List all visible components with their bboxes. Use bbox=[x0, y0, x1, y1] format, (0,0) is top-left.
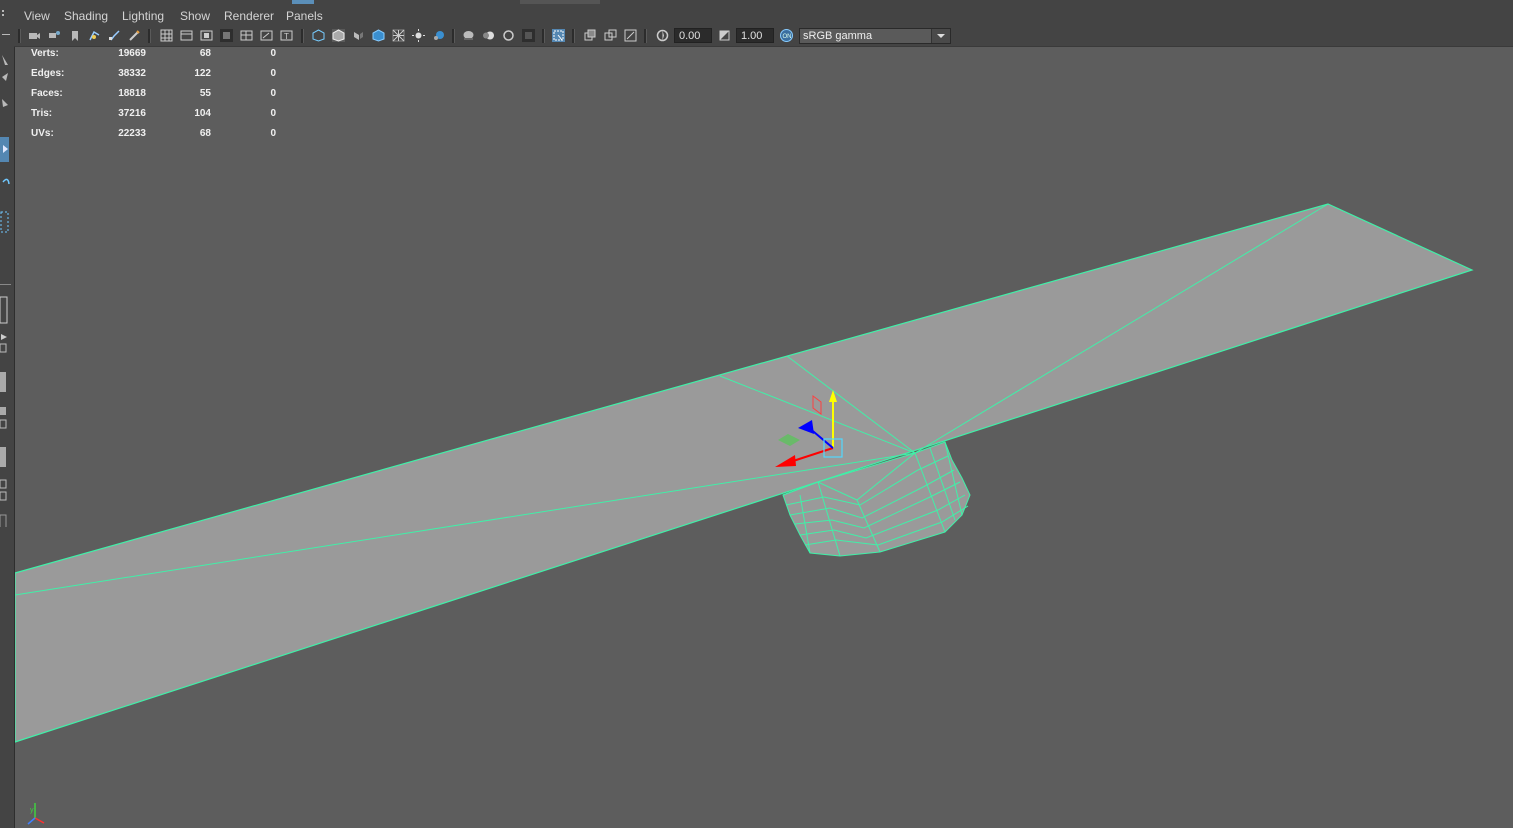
ambient-occlusion-icon[interactable] bbox=[462, 29, 475, 42]
viewport-canvas[interactable]: y bbox=[0, 0, 1513, 828]
field-chart-icon[interactable] bbox=[240, 29, 253, 42]
hud-selected: 55 bbox=[199, 88, 211, 99]
hud-total: 18818 bbox=[118, 88, 146, 99]
menu-show[interactable]: Show bbox=[180, 9, 210, 23]
hud-label: Tris: bbox=[31, 108, 53, 119]
hud-label: Faces: bbox=[31, 88, 63, 99]
hud-uv: 0 bbox=[270, 88, 276, 99]
view-axis-indicator-icon: y bbox=[27, 803, 45, 825]
backface-icon[interactable] bbox=[624, 29, 637, 42]
svg-text:ON: ON bbox=[783, 34, 792, 40]
safe-action-icon[interactable] bbox=[260, 29, 273, 42]
hud-uv: 0 bbox=[270, 68, 276, 79]
hud-total: 19669 bbox=[118, 48, 146, 59]
svg-text:T: T bbox=[284, 32, 289, 41]
anti-alias-icon[interactable] bbox=[502, 29, 515, 42]
resolution-gate-icon[interactable] bbox=[200, 29, 213, 42]
gamma-icon[interactable] bbox=[718, 29, 731, 42]
hud-total: 22233 bbox=[118, 128, 146, 139]
exposure-icon[interactable] bbox=[656, 29, 669, 42]
menu-panels[interactable]: Panels bbox=[286, 9, 323, 23]
textured-icon[interactable] bbox=[372, 29, 385, 42]
hud-selected: 104 bbox=[194, 108, 211, 119]
hud-total: 38332 bbox=[118, 68, 146, 79]
hud-selected: 68 bbox=[199, 48, 211, 59]
chevron-down-icon[interactable] bbox=[931, 29, 950, 43]
menu-view[interactable]: View bbox=[24, 9, 50, 23]
smooth-shade-icon[interactable] bbox=[332, 29, 345, 42]
color-space-dropdown[interactable]: sRGB gamma bbox=[799, 28, 951, 44]
motion-blur-icon[interactable] bbox=[482, 29, 495, 42]
default-material-icon[interactable] bbox=[352, 29, 365, 42]
menu-renderer[interactable]: Renderer bbox=[224, 9, 274, 23]
hud-uv: 0 bbox=[270, 48, 276, 59]
safe-title-icon[interactable]: T bbox=[280, 29, 293, 42]
color-space-value: sRGB gamma bbox=[803, 30, 873, 42]
menu-lighting[interactable]: Lighting bbox=[122, 9, 164, 23]
film-gate-icon[interactable] bbox=[180, 29, 193, 42]
lights-icon[interactable] bbox=[412, 29, 425, 42]
grease-pencil-icon[interactable] bbox=[108, 29, 121, 42]
menu-shading[interactable]: Shading bbox=[64, 9, 108, 23]
svg-text:y: y bbox=[30, 807, 34, 814]
color-management-icon[interactable]: ON bbox=[780, 29, 793, 42]
hud-selected: 122 bbox=[194, 68, 211, 79]
hud-label: Edges: bbox=[31, 68, 65, 79]
hud-uv: 0 bbox=[270, 108, 276, 119]
camera-attr-icon[interactable] bbox=[48, 29, 61, 42]
exposure-field[interactable]: 0.00 bbox=[674, 28, 712, 43]
xray-active-icon[interactable] bbox=[604, 29, 617, 42]
camera-icon[interactable] bbox=[28, 29, 41, 42]
hud-selected: 68 bbox=[199, 128, 211, 139]
image-plane-icon[interactable] bbox=[88, 29, 101, 42]
grid-icon[interactable] bbox=[160, 29, 173, 42]
depth-of-field-icon[interactable] bbox=[522, 29, 535, 42]
panel-menu-bar: View Shading Lighting Show Renderer Pane… bbox=[14, 7, 1513, 26]
xray-icon[interactable] bbox=[392, 29, 405, 42]
panel-toolbar: T 0.00 1.00 ON sRGB gamma bbox=[14, 26, 1513, 47]
gate-mask-icon[interactable] bbox=[220, 29, 233, 42]
xray-joints-icon[interactable] bbox=[584, 29, 597, 42]
left-toolbox bbox=[0, 7, 15, 828]
bookmark-icon[interactable] bbox=[68, 29, 81, 42]
plane-mesh[interactable] bbox=[14, 203, 1474, 743]
hud-uv: 0 bbox=[270, 128, 276, 139]
isolate-select-icon[interactable] bbox=[552, 29, 565, 42]
hud-label: Verts: bbox=[31, 48, 59, 59]
wireframe-icon[interactable] bbox=[312, 29, 325, 42]
gamma-field[interactable]: 1.00 bbox=[736, 28, 774, 43]
shadows-icon[interactable] bbox=[432, 29, 445, 42]
hud-total: 37216 bbox=[118, 108, 146, 119]
hud-label: UVs: bbox=[31, 128, 54, 139]
pencil-icon[interactable] bbox=[128, 29, 141, 42]
